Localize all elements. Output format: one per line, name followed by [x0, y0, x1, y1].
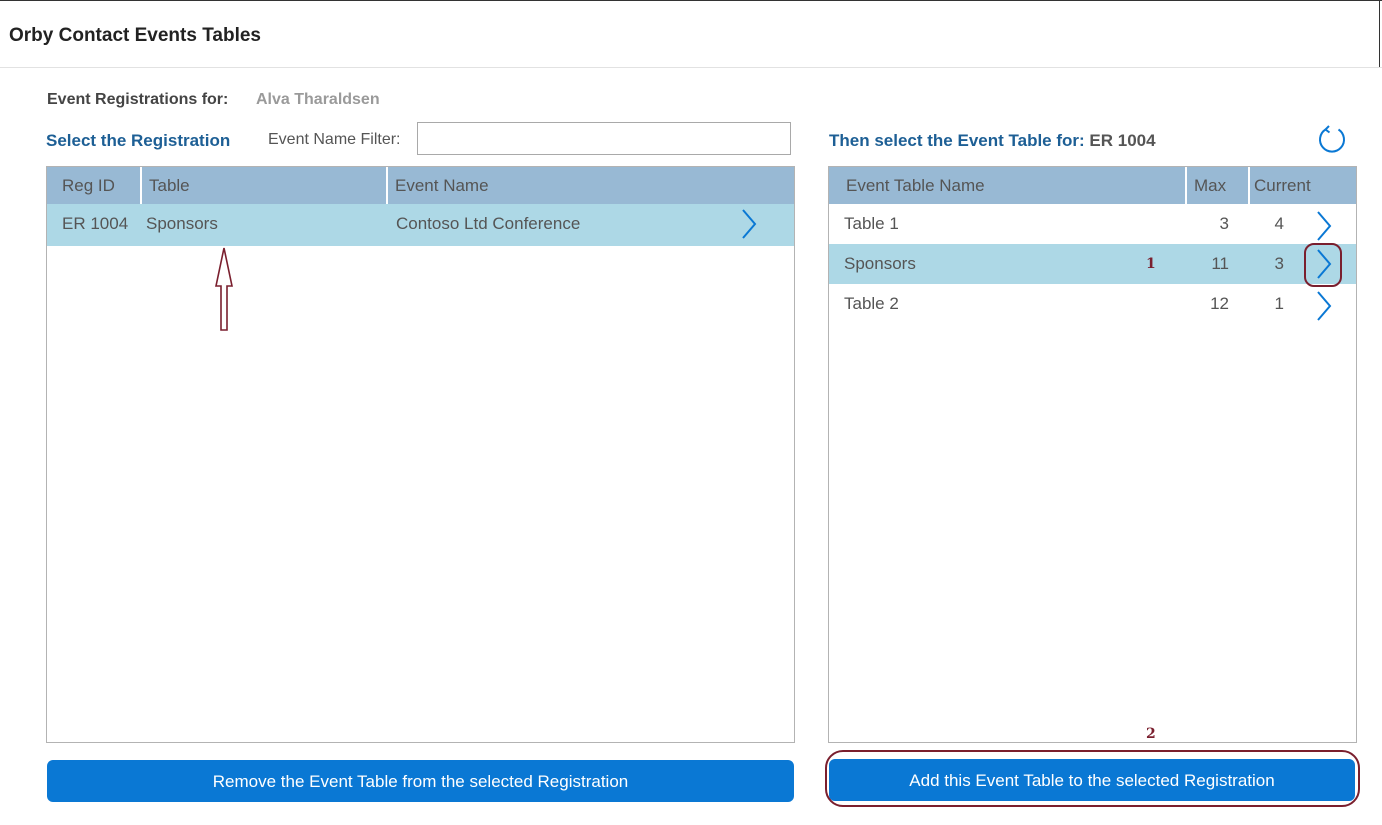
event-tables-grid: Event Table Name Max Current Table 1 3 4…: [828, 166, 1357, 743]
contact-name: Alva Tharaldsen: [256, 91, 380, 108]
selected-registration-id: ER 1004: [1089, 131, 1156, 150]
column-header-event-name[interactable]: Event Name: [388, 167, 793, 204]
current-cell: 4: [1274, 214, 1284, 233]
current-cell: 1: [1274, 294, 1284, 313]
registrations-grid-header: Reg ID Table Event Name: [47, 167, 794, 204]
column-header-event-table-name[interactable]: Event Table Name: [839, 167, 1185, 204]
column-header-max[interactable]: Max: [1187, 167, 1248, 204]
event-name-filter-input[interactable]: [417, 122, 791, 155]
table-cell: Sponsors: [146, 214, 218, 233]
chevron-right-icon[interactable]: [739, 207, 759, 241]
app-title: Orby Contact Events Tables: [9, 25, 261, 46]
chevron-right-icon[interactable]: [1314, 209, 1334, 243]
remove-event-table-button[interactable]: Remove the Event Table from the selected…: [47, 760, 794, 802]
reg-id-cell: ER 1004: [62, 214, 129, 233]
column-header-reg-id[interactable]: Reg ID: [55, 167, 141, 204]
event-table-row[interactable]: Table 2 12 1: [829, 284, 1356, 324]
right-border-line: [1379, 0, 1380, 68]
registration-row[interactable]: ER 1004 Sponsors Contoso Ltd Conference: [47, 204, 794, 246]
event-table-row[interactable]: Table 1 3 4: [829, 204, 1356, 244]
refresh-icon[interactable]: [1316, 124, 1348, 156]
event-table-row[interactable]: Sponsors 11 3: [829, 244, 1356, 284]
max-cell: 3: [1219, 214, 1229, 233]
event-table-name-cell: Sponsors: [844, 254, 916, 273]
annotation-marker-1: 1: [1146, 256, 1156, 272]
select-registration-heading: Select the Registration: [46, 131, 231, 150]
top-border-line: [0, 0, 1382, 1]
registrations-grid: Reg ID Table Event Name ER 1004 Sponsors…: [46, 166, 795, 743]
select-event-table-prefix: Then select the Event Table for:: [829, 131, 1085, 150]
event-table-name-cell: Table 2: [844, 294, 899, 313]
title-separator: [0, 67, 1382, 68]
column-header-table[interactable]: Table: [142, 167, 386, 204]
add-event-table-button[interactable]: Add this Event Table to the selected Reg…: [829, 759, 1355, 801]
chevron-right-icon[interactable]: [1314, 247, 1334, 281]
current-cell: 3: [1274, 254, 1284, 273]
select-event-table-heading: Then select the Event Table for: ER 1004: [829, 131, 1156, 151]
chevron-right-icon[interactable]: [1314, 289, 1334, 323]
up-arrow-annotation: [215, 247, 233, 331]
max-cell: 12: [1210, 294, 1229, 313]
event-name-cell: Contoso Ltd Conference: [396, 214, 581, 233]
event-name-filter-label: Event Name Filter:: [268, 131, 401, 148]
max-cell: 11: [1211, 254, 1229, 273]
column-header-current[interactable]: Current: [1247, 167, 1356, 204]
annotation-marker-2: 2: [1146, 726, 1156, 742]
registrations-for-label: Event Registrations for:: [47, 91, 229, 108]
event-tables-grid-header: Event Table Name Max Current: [829, 167, 1356, 204]
event-table-name-cell: Table 1: [844, 214, 899, 233]
